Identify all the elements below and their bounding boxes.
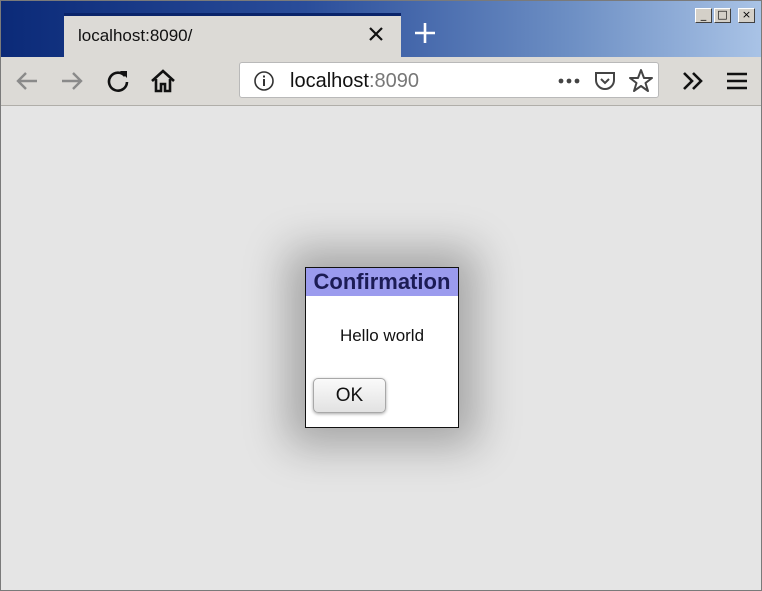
back-icon[interactable] <box>13 67 41 95</box>
overflow-icon[interactable] <box>679 67 707 95</box>
bookmark-star-icon[interactable] <box>628 68 654 94</box>
page-content: Confirmation Hello world OK <box>1 106 761 590</box>
navigation-toolbar: localhost:8090 <box>1 57 761 106</box>
url-port: :8090 <box>368 70 419 92</box>
forward-icon[interactable] <box>58 67 86 95</box>
tab-title: localhost:8090/ <box>78 26 193 45</box>
address-bar[interactable]: localhost:8090 <box>239 62 659 98</box>
url-host: localhost <box>290 70 369 92</box>
info-icon[interactable] <box>253 70 275 92</box>
more-icon[interactable] <box>556 71 582 91</box>
reload-icon[interactable] <box>104 67 132 95</box>
ok-button[interactable]: OK <box>313 378 386 413</box>
dialog-title: Confirmation <box>306 268 458 296</box>
browser-window: localhost:8090/ _ □ × localhost:8090 Con… <box>0 0 762 591</box>
minimize-button[interactable]: _ <box>695 8 712 23</box>
pocket-icon[interactable] <box>593 69 617 93</box>
url-text[interactable]: localhost:8090 <box>290 70 419 93</box>
close-tab-icon[interactable] <box>365 23 387 45</box>
confirmation-dialog: Confirmation Hello world OK <box>305 267 459 428</box>
menu-icon[interactable] <box>723 67 751 95</box>
dialog-message: Hello world <box>339 326 425 345</box>
maximize-button[interactable]: □ <box>714 8 731 23</box>
close-window-button[interactable]: × <box>738 8 755 23</box>
tab-active[interactable]: localhost:8090/ <box>64 13 401 57</box>
tab-strip: localhost:8090/ _ □ × <box>1 1 761 57</box>
new-tab-icon[interactable] <box>411 19 439 47</box>
home-icon[interactable] <box>149 67 177 95</box>
